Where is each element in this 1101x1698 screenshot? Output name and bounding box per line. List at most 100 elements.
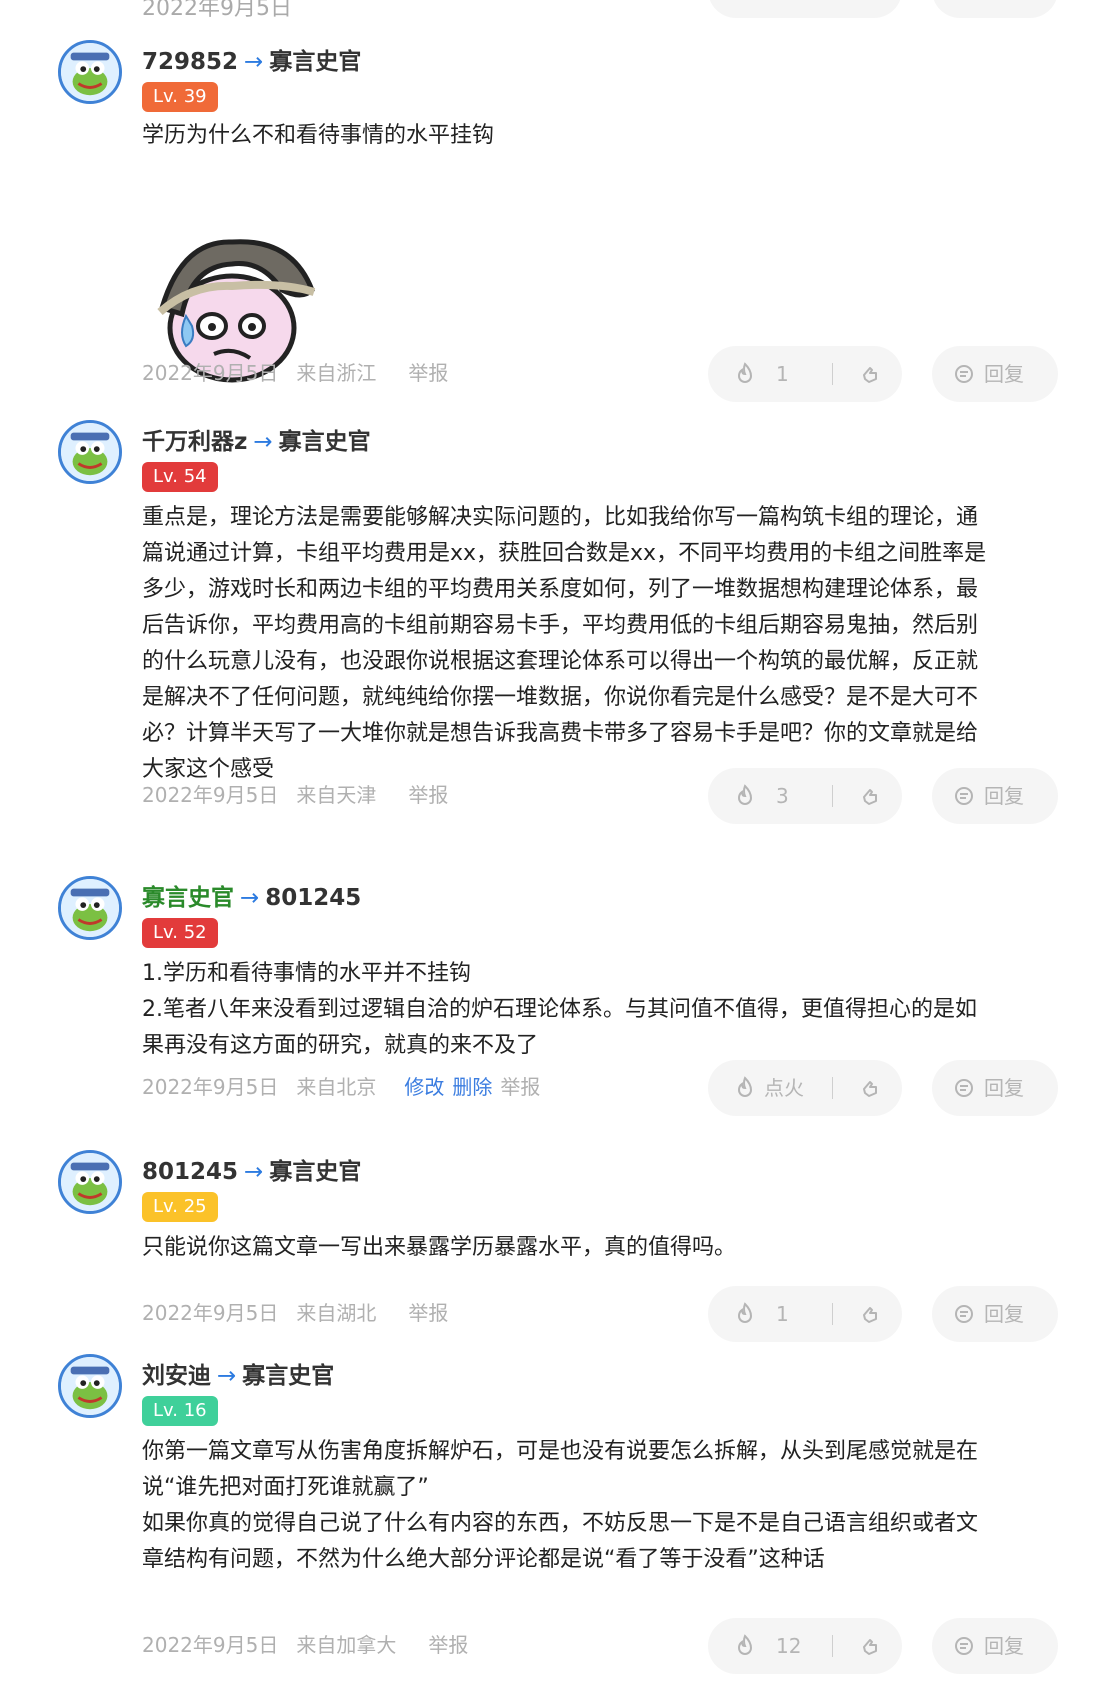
pill-divider xyxy=(832,1303,833,1325)
comment-text: 只能说你这篇文章一写出来暴露学历暴露水平，真的值得吗。 xyxy=(142,1235,737,1260)
comment-date: 2022年9月5日 xyxy=(142,1633,279,1657)
like-count: 3 xyxy=(776,784,789,808)
comment-header: 千万利器z → 寡言史官 xyxy=(142,422,371,456)
like-pill[interactable]: 3 xyxy=(708,768,902,824)
comment-location: 来自北京 xyxy=(296,1075,377,1099)
reply-arrow-icon: → xyxy=(217,1363,237,1389)
reply-button[interactable]: 回复 xyxy=(932,346,1058,402)
reply-button[interactable]: 回复 xyxy=(932,1618,1058,1674)
comment-location: 来自加拿大 xyxy=(296,1633,397,1657)
reply-target[interactable]: 801245 xyxy=(265,885,361,911)
report-link[interactable]: 举报 xyxy=(408,1301,448,1325)
reply-target[interactable]: 寡言史官 xyxy=(242,1363,334,1389)
reply-target[interactable]: 寡言史官 xyxy=(269,1159,361,1185)
like-count: 1 xyxy=(776,362,789,386)
previous-comment-meta: 2022年9月5日 xyxy=(142,0,292,21)
like-count: 1 xyxy=(776,1302,789,1326)
username[interactable]: 729852 xyxy=(142,49,238,75)
level-badge: Lv. 52 xyxy=(142,918,218,948)
username[interactable]: 千万利器z xyxy=(142,429,247,455)
reply-icon xyxy=(955,1079,973,1097)
comment-header: 寡言史官 → 801245 xyxy=(142,878,361,912)
like-pill[interactable]: 12 xyxy=(708,1618,902,1674)
avatar[interactable] xyxy=(58,876,122,940)
comment-date: 2022年9月5日 xyxy=(142,1301,279,1325)
report-link[interactable]: 举报 xyxy=(428,1633,468,1657)
reply-target[interactable]: 寡言史官 xyxy=(269,49,361,75)
avatar[interactable] xyxy=(58,1150,122,1214)
poke-icon[interactable] xyxy=(858,1302,882,1326)
previous-like-pill[interactable] xyxy=(708,0,902,18)
fire-icon[interactable] xyxy=(734,1302,756,1326)
reply-icon xyxy=(955,1305,973,1323)
reply-label: 回复 xyxy=(984,362,1024,386)
previous-reply-button[interactable] xyxy=(932,0,1058,18)
poke-icon[interactable] xyxy=(858,362,882,386)
comment-header: 801245 → 寡言史官 xyxy=(142,1152,361,1186)
reply-label: 回复 xyxy=(984,1076,1024,1100)
reply-label: 回复 xyxy=(984,784,1024,808)
comment-text: 1.学历和看待事情的水平并不挂钩 2.笔者八年来没看到过逻辑自洽的炉石理论体系。… xyxy=(142,961,977,1058)
pill-divider xyxy=(832,363,833,385)
poke-icon[interactable] xyxy=(858,784,882,808)
comment-meta: 2022年9月5日 来自浙江 举报 xyxy=(142,358,466,388)
poke-icon[interactable] xyxy=(858,1634,882,1658)
comment-location: 来自湖北 xyxy=(296,1301,377,1325)
previous-comment-footer: 2022年9月5日 xyxy=(0,0,1101,22)
reply-icon xyxy=(955,365,973,383)
reply-button[interactable]: 回复 xyxy=(932,768,1058,824)
reply-arrow-icon: → xyxy=(244,49,264,75)
comment-date: 2022年9月5日 xyxy=(142,1075,279,1099)
fire-icon[interactable] xyxy=(734,362,756,386)
username[interactable]: 刘安迪 xyxy=(142,1363,211,1389)
like-count: 12 xyxy=(776,1634,802,1658)
report-link[interactable]: 举报 xyxy=(408,783,448,807)
level-badge: Lv. 39 xyxy=(142,82,218,112)
level-badge: Lv. 54 xyxy=(142,462,218,492)
reply-arrow-icon: → xyxy=(244,1159,264,1185)
like-pill[interactable]: 1 xyxy=(708,346,902,402)
fire-icon[interactable] xyxy=(734,1076,756,1100)
pill-divider xyxy=(832,1077,833,1099)
avatar[interactable] xyxy=(58,420,122,484)
like-pill[interactable]: 1 xyxy=(708,1286,902,1342)
comment-meta: 2022年9月5日 来自北京 修改 删除 举报 xyxy=(142,1072,558,1102)
like-pill[interactable]: 点火 xyxy=(708,1060,902,1116)
comment-date: 2022年9月5日 xyxy=(142,361,279,385)
comment-meta: 2022年9月5日 来自加拿大 举报 xyxy=(142,1630,486,1660)
comment-date: 2022年9月5日 xyxy=(142,783,279,807)
reply-button[interactable]: 回复 xyxy=(932,1060,1058,1116)
comment-location: 来自浙江 xyxy=(296,361,377,385)
reply-icon xyxy=(955,1637,973,1655)
edit-link[interactable]: 修改 xyxy=(404,1075,444,1099)
avatar[interactable] xyxy=(58,1354,122,1418)
reply-button[interactable]: 回复 xyxy=(932,1286,1058,1342)
username[interactable]: 801245 xyxy=(142,1159,238,1185)
reply-label: 回复 xyxy=(984,1302,1024,1326)
comment-location: 来自天津 xyxy=(296,783,377,807)
reply-icon xyxy=(955,787,973,805)
report-link[interactable]: 举报 xyxy=(408,361,448,385)
report-link[interactable]: 举报 xyxy=(500,1075,540,1099)
poke-icon[interactable] xyxy=(858,1076,882,1100)
ignite-label: 点火 xyxy=(764,1076,804,1100)
avatar[interactable] xyxy=(58,40,122,104)
comment-header: 刘安迪 → 寡言史官 xyxy=(142,1356,334,1390)
username[interactable]: 寡言史官 xyxy=(142,885,234,911)
comment-meta: 2022年9月5日 来自湖北 举报 xyxy=(142,1298,466,1328)
comment-text: 重点是，理论方法是需要能够解决实际问题的，比如我给你写一篇构筑卡组的理论，通 篇… xyxy=(142,505,987,782)
fire-icon[interactable] xyxy=(734,784,756,808)
comment-text: 你第一篇文章写从伤害角度拆解炉石，可是也没有说要怎么拆解，从头到尾感觉就是在 说… xyxy=(142,1439,979,1572)
reply-arrow-icon: → xyxy=(240,885,260,911)
comment-text: 学历为什么不和看待事情的水平挂钩 xyxy=(142,123,495,148)
level-badge: Lv. 16 xyxy=(142,1396,218,1426)
comment-header: 729852 → 寡言史官 xyxy=(142,42,361,76)
reply-label: 回复 xyxy=(984,1634,1024,1658)
fire-icon[interactable] xyxy=(734,1634,756,1658)
pill-divider xyxy=(832,785,833,807)
pill-divider xyxy=(832,1635,833,1657)
delete-link[interactable]: 删除 xyxy=(452,1075,492,1099)
reply-target[interactable]: 寡言史官 xyxy=(279,429,371,455)
comment-meta: 2022年9月5日 来自天津 举报 xyxy=(142,780,466,810)
level-badge: Lv. 25 xyxy=(142,1192,218,1222)
